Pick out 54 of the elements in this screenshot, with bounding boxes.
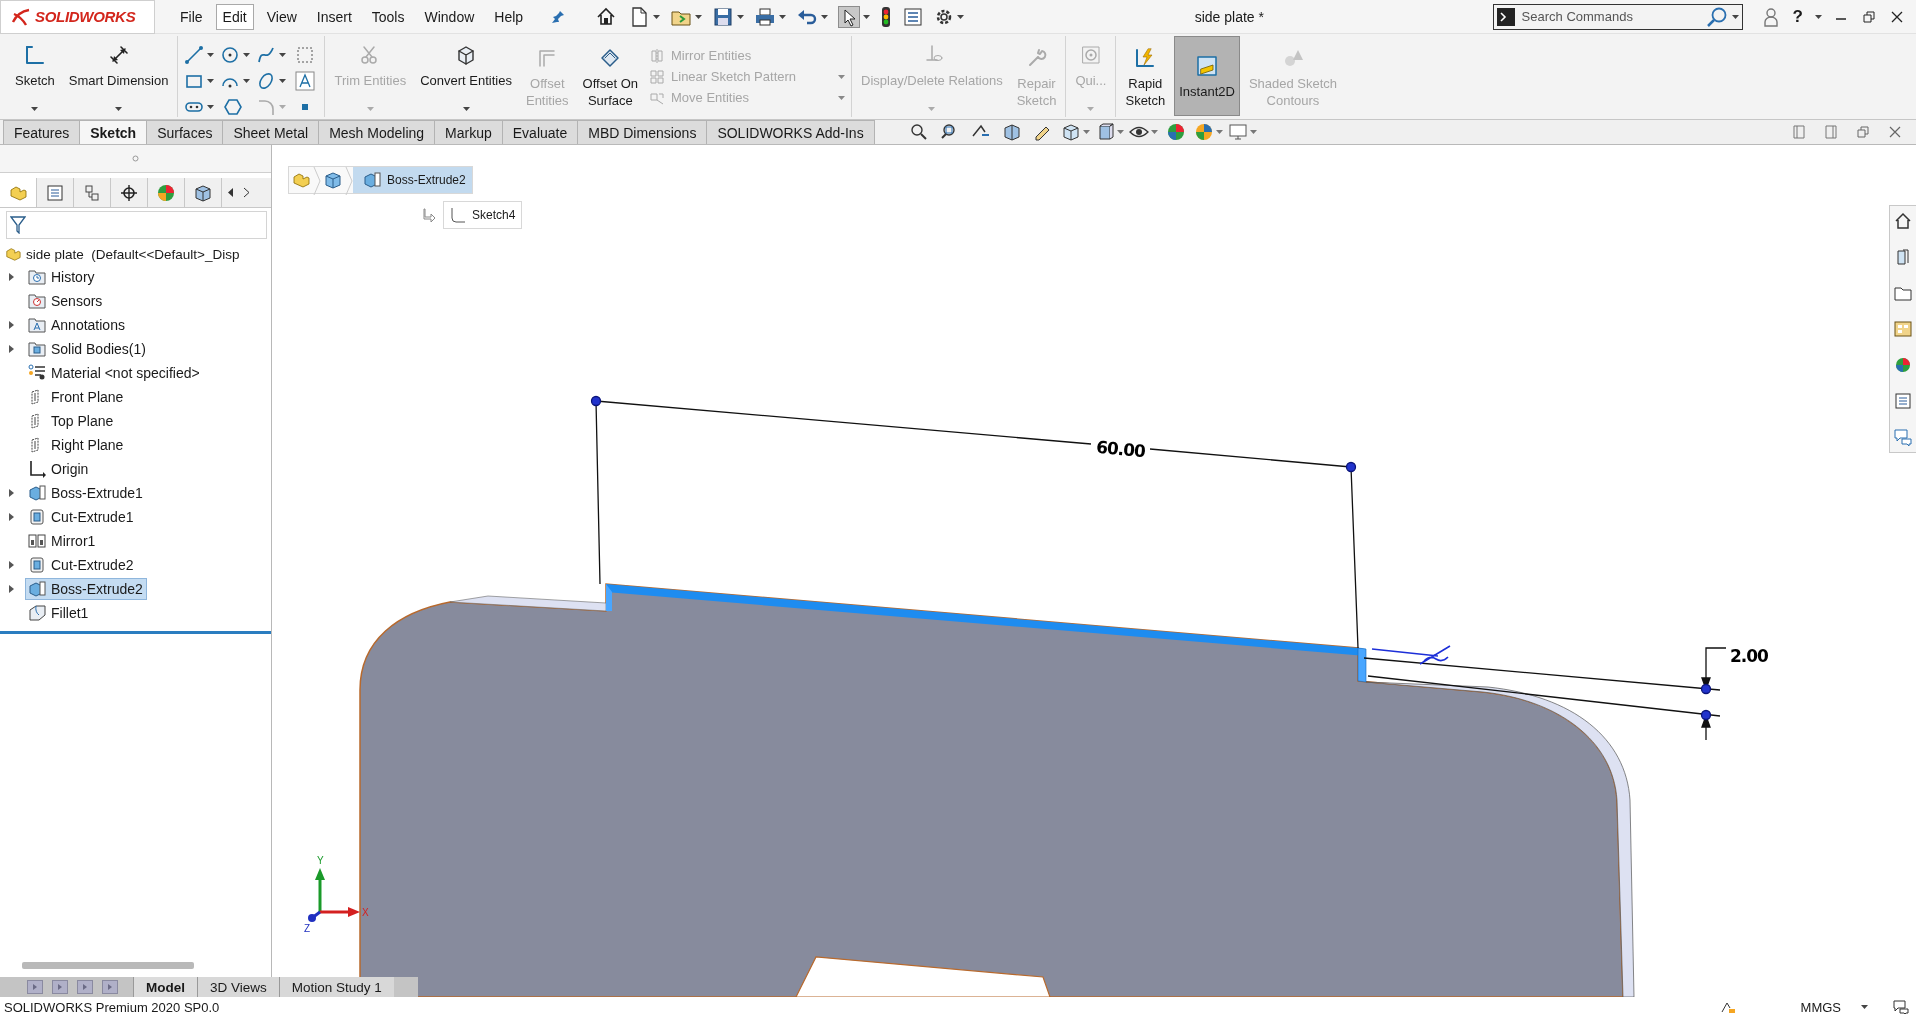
breadcrumb-item[interactable]: Boss-Extrude2: [353, 167, 472, 193]
command-tab[interactable]: Features: [3, 120, 81, 144]
tree-item[interactable]: Boss-Extrude1: [25, 482, 147, 504]
command-tab[interactable]: Surfaces: [146, 120, 224, 144]
command-tab[interactable]: Evaluate: [501, 120, 579, 144]
logo-text: SOLIDWORKS: [35, 8, 136, 25]
tree-item[interactable]: Right Plane: [25, 434, 128, 456]
menu-item[interactable]: View: [259, 3, 304, 30]
rapid-sketch-button[interactable]: Rapid Sketch: [1120, 36, 1171, 116]
axis-label: Y: [317, 855, 324, 866]
command-tab[interactable]: Sketch: [79, 120, 148, 144]
axis-label: Z: [304, 923, 311, 934]
tree-item[interactable]: History: [25, 266, 99, 288]
help-button[interactable]: ?: [1790, 6, 1805, 27]
tree-item[interactable]: Solid Bodies(1): [25, 338, 150, 360]
tree-item[interactable]: Front Plane: [25, 386, 128, 408]
menu-item[interactable]: Tools: [364, 3, 412, 30]
model-view-tab[interactable]: 3D Views: [197, 977, 279, 997]
tree-root-item[interactable]: side plate (Default<<Default>_Disp: [0, 243, 271, 265]
command-tab[interactable]: Sheet Metal: [222, 120, 320, 144]
tree-item[interactable]: Top Plane: [25, 410, 118, 432]
menu-item[interactable]: File: [173, 3, 210, 30]
window-title: side plate *: [1193, 8, 1265, 25]
menu-item[interactable]: Insert: [309, 3, 359, 30]
command-tab[interactable]: Mesh Modeling: [318, 120, 436, 144]
menu-item[interactable]: Window: [417, 3, 482, 30]
menu-item[interactable]: Help: [487, 3, 531, 30]
instant2d-button[interactable]: Instant2D: [1174, 36, 1240, 116]
tree-item[interactable]: Origin: [25, 458, 93, 480]
tree-item[interactable]: Annotations: [25, 314, 129, 336]
tree-item[interactable]: Material <not specified>: [25, 362, 204, 384]
tree-item[interactable]: Sensors: [25, 290, 107, 312]
model-view-tab[interactable]: Motion Study 1: [278, 977, 394, 997]
command-tab[interactable]: SOLIDWORKS Add-Ins: [706, 120, 875, 144]
units-button[interactable]: MMGS: [1800, 999, 1841, 1015]
tree-item[interactable]: Cut-Extrude2: [25, 554, 138, 576]
tree-item[interactable]: Boss-Extrude2: [25, 578, 147, 600]
dimension-value[interactable]: 2.00: [1730, 646, 1768, 666]
search-field[interactable]: Search Commands: [1492, 3, 1743, 30]
breadcrumb-item[interactable]: Sketch4: [443, 201, 523, 229]
tree-item[interactable]: Mirror1: [25, 530, 100, 552]
dimension-value[interactable]: 60.00: [1095, 436, 1146, 462]
axis-label: X: [362, 907, 369, 918]
sketch-button[interactable]: Sketch: [10, 36, 60, 116]
convert-entities-button[interactable]: Convert Entities: [415, 36, 517, 116]
tree-item[interactable]: Fillet1: [25, 602, 93, 624]
offset-on-surface-button[interactable]: Offset On Surface: [577, 36, 643, 116]
status-text: SOLIDWORKS Premium 2020 SP0.0: [4, 999, 220, 1015]
model-view-tab[interactable]: Model: [133, 977, 197, 997]
command-tab[interactable]: Markup: [434, 120, 503, 144]
command-tab[interactable]: MBD Dimensions: [577, 120, 708, 144]
menu-item[interactable]: Edit: [215, 3, 254, 30]
tree-item[interactable]: Cut-Extrude1: [25, 506, 138, 528]
smart-dimension-button[interactable]: Smart Dimension: [63, 36, 174, 116]
